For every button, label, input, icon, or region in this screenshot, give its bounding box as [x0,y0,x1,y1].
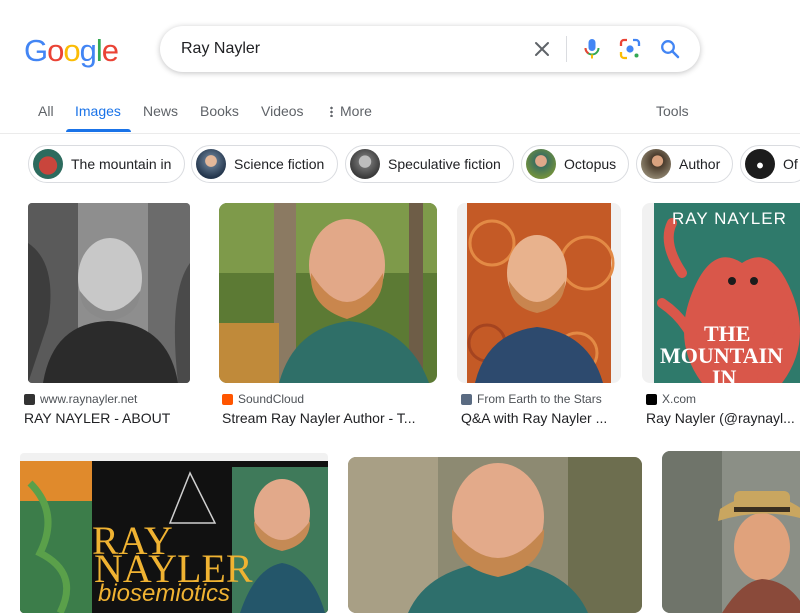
search-divider [566,36,567,62]
logo-letter: G [24,33,48,68]
result-source-label: www.raynayler.net [40,392,138,406]
tab-more[interactable]: More [330,103,372,119]
result-source-label: X.com [662,392,697,406]
more-vert-icon [330,105,333,117]
chip-thumbnail [641,149,671,179]
tab-videos[interactable]: Videos [261,103,304,119]
chip-label: Science fiction [234,156,325,172]
result-image-5[interactable]: RAY NAYLER biosemiotics [20,453,328,613]
chip-thumbnail [196,149,226,179]
result-source-3[interactable]: From Earth to the Stars [461,392,602,406]
lens-icon[interactable] [618,37,642,61]
result-image-4[interactable]: RAY NAYLER THE MOUNTAIN IN [642,203,800,383]
logo-letter: o [47,33,64,68]
chip-science-fiction[interactable]: Science fiction [191,145,338,183]
result-image-2[interactable] [219,203,437,383]
result-title-3[interactable]: Q&A with Ray Nayler ... [461,410,621,426]
result-source-2[interactable]: SoundCloud [222,392,304,406]
result-source-4[interactable]: X.com [646,392,696,406]
tools-button[interactable]: Tools [656,103,689,119]
chip-the-mountain-in[interactable]: The mountain in [28,145,185,183]
result-image-1[interactable] [28,203,190,383]
tab-news[interactable]: News [143,103,178,119]
result-title-4[interactable]: Ray Nayler (@raynayl... [646,410,800,426]
logo-letter: g [79,33,97,68]
search-input[interactable]: Ray Nayler [181,40,260,58]
site-favicon-icon [461,393,472,405]
result-source-label: SoundCloud [238,392,305,406]
logo-letter: o [63,33,80,68]
result-title-2[interactable]: Stream Ray Nayler Author - T... [222,410,432,426]
x-logo-icon [646,393,657,405]
chip-label: Author [679,156,721,172]
search-tabs: All Images News Books Videos More Tools [0,94,800,132]
site-favicon-icon [24,393,35,405]
google-logo[interactable]: Google [24,33,119,69]
chip-thumbnail [350,149,380,179]
chip-speculative-fiction[interactable]: Speculative fiction [345,145,514,183]
tab-all[interactable]: All [38,103,54,119]
result-source-1[interactable]: www.raynayler.net [24,392,137,406]
tab-books[interactable]: Books [200,103,239,119]
result-image-6[interactable] [348,457,642,613]
chip-thumbnail [33,149,63,179]
result-image-3[interactable] [457,203,621,383]
chip-label: Of [783,156,798,172]
chip-octopus[interactable]: Octopus [521,145,629,183]
chip-of[interactable]: Of [740,145,800,183]
search-icon[interactable] [658,37,682,61]
result-image-7[interactable] [662,451,800,613]
close-icon[interactable] [530,37,554,61]
chip-thumbnail [745,149,775,179]
microphone-icon[interactable] [580,37,604,61]
poster-text-biosemiotics: biosemiotics [98,580,231,607]
search-box[interactable]: Ray Nayler [160,26,700,72]
chip-thumbnail [526,149,556,179]
chip-label: The mountain in [71,156,172,172]
active-tab-indicator [66,129,131,132]
soundcloud-icon [222,393,233,405]
logo-letter: e [101,33,119,68]
result-source-label: From Earth to the Stars [477,392,602,406]
tab-images[interactable]: Images [75,103,121,119]
result-title-1[interactable]: RAY NAYLER - ABOUT [24,410,204,426]
tabs-divider [0,133,800,134]
chip-author[interactable]: Author [636,145,733,183]
chip-label: Octopus [564,156,617,172]
book-cover-author-text: RAY NAYLER [672,209,787,228]
chip-label: Speculative fiction [388,156,501,172]
book-cover-title-in: IN [712,365,737,383]
tab-more-label: More [340,103,372,119]
